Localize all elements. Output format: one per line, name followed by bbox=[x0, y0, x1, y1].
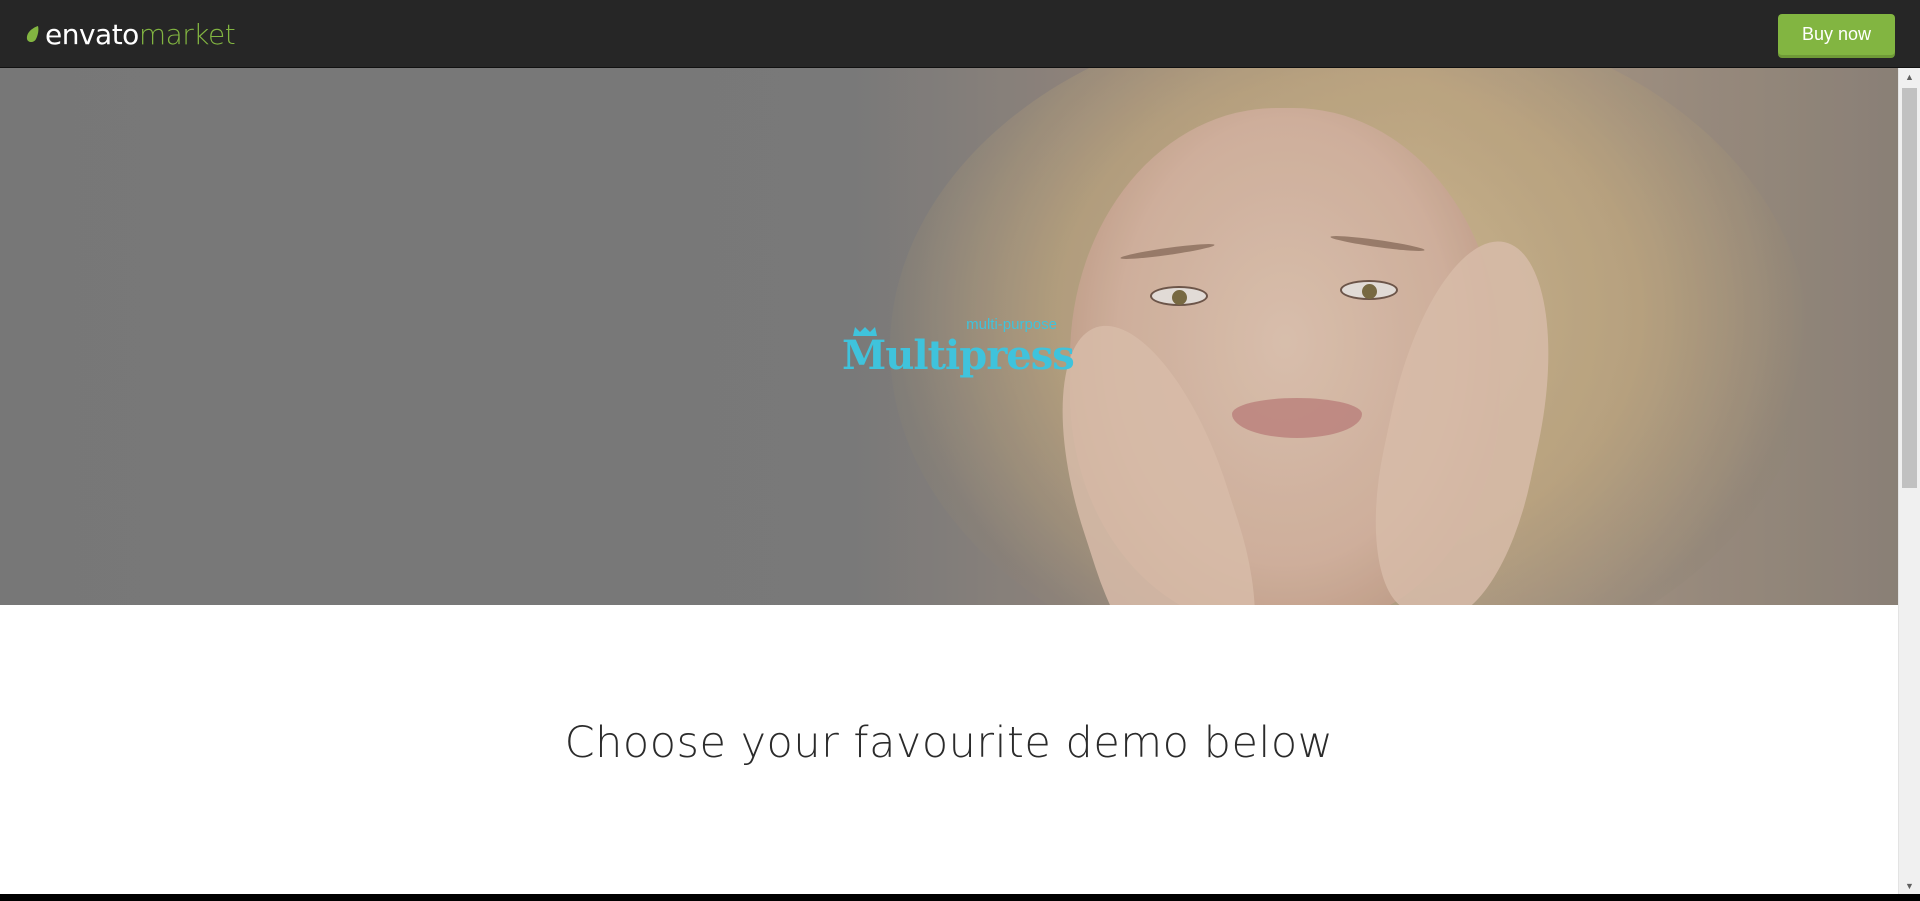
bottom-edge bbox=[0, 894, 1920, 901]
brand-market-text: market bbox=[138, 17, 236, 51]
buy-now-button[interactable]: Buy now bbox=[1778, 14, 1895, 55]
page-headline: Choose your favourite demo below bbox=[564, 718, 1334, 768]
envato-topbar: envato market Buy now bbox=[0, 0, 1920, 68]
brand-envato-text: envato bbox=[45, 17, 139, 51]
logo-wordmark: Multipress bbox=[842, 332, 1075, 379]
scroll-down-arrow-icon[interactable]: ▼ bbox=[1899, 877, 1920, 894]
scroll-up-arrow-icon[interactable]: ▲ bbox=[1899, 68, 1920, 85]
scrollbar-thumb[interactable] bbox=[1902, 88, 1917, 488]
hero-banner: multi-purpose Multipress bbox=[0, 68, 1898, 605]
logo-tagline: multi-purpose bbox=[966, 316, 1057, 333]
multipress-logo[interactable]: multi-purpose Multipress bbox=[840, 316, 1075, 379]
vertical-scrollbar[interactable]: ▲ ▼ bbox=[1898, 68, 1920, 894]
envato-leaf-icon bbox=[26, 26, 39, 42]
demo-page-frame: multi-purpose Multipress Choose your fav… bbox=[0, 68, 1920, 894]
envato-market-logo[interactable]: envato market bbox=[24, 17, 236, 51]
